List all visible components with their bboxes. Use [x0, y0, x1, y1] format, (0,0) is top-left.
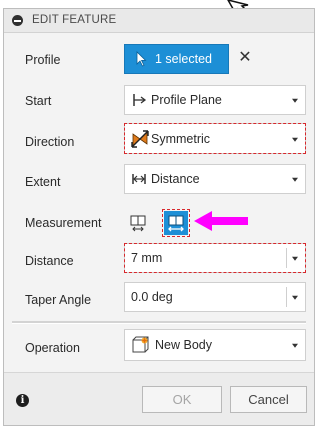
measurement-whole-icon [168, 215, 184, 232]
clear-selection-button[interactable]: ✕ [238, 50, 252, 66]
chevron-down-icon [292, 137, 298, 142]
chevron-down-icon [292, 343, 298, 348]
pointer-arrow-annotation [194, 211, 248, 231]
measurement-half-button[interactable] [126, 211, 150, 235]
dialog-footer: i OK Cancel [4, 372, 314, 425]
start-label: Start [25, 94, 52, 108]
symmetric-icon [131, 129, 149, 148]
extent-label: Extent [25, 175, 61, 189]
direction-dropdown[interactable]: Symmetric [124, 123, 306, 154]
dialog-title: EDIT FEATURE [32, 14, 117, 26]
extent-dropdown[interactable]: Distance [124, 164, 306, 194]
chevron-down-icon [292, 98, 298, 103]
extent-value: Distance [151, 172, 200, 186]
taper-angle-label: Taper Angle [25, 293, 92, 307]
distance-input[interactable]: 7 mm [124, 243, 306, 273]
edit-feature-dialog: EDIT FEATURE Profile 1 selected ✕ Start … [3, 8, 315, 426]
operation-label: Operation [25, 341, 80, 355]
input-divider [286, 287, 287, 307]
dialog-header: EDIT FEATURE [4, 9, 314, 33]
cancel-button[interactable]: Cancel [230, 386, 307, 413]
direction-value: Symmetric [151, 131, 211, 146]
info-icon[interactable]: i [16, 394, 29, 407]
section-divider [12, 321, 306, 324]
profile-select-text: 1 selected [155, 52, 212, 66]
measurement-half-icon [130, 215, 146, 232]
distance-label: Distance [25, 254, 74, 268]
operation-dropdown[interactable]: New Body [124, 329, 306, 361]
direction-label: Direction [25, 135, 75, 149]
measurement-label: Measurement [25, 216, 102, 230]
measurement-whole-button[interactable] [162, 209, 190, 237]
ok-button[interactable]: OK [142, 386, 222, 413]
taper-angle-value: 0.0 deg [131, 290, 173, 304]
start-value: Profile Plane [151, 93, 222, 107]
new-body-icon [132, 336, 149, 353]
profile-select-button[interactable]: 1 selected [124, 44, 229, 74]
chevron-down-icon[interactable] [292, 295, 298, 300]
operation-value: New Body [155, 338, 212, 352]
input-divider [286, 248, 287, 268]
start-dropdown[interactable]: Profile Plane [124, 85, 306, 115]
chevron-down-icon [292, 177, 298, 182]
chevron-down-icon[interactable] [292, 256, 298, 261]
distance-value: 7 mm [131, 251, 163, 265]
taper-angle-input[interactable]: 0.0 deg [124, 282, 306, 312]
collapse-icon[interactable] [12, 15, 23, 26]
profile-label: Profile [25, 53, 61, 67]
profile-plane-icon [133, 94, 147, 106]
distance-icon [132, 174, 146, 184]
select-arrow-icon [136, 51, 147, 67]
